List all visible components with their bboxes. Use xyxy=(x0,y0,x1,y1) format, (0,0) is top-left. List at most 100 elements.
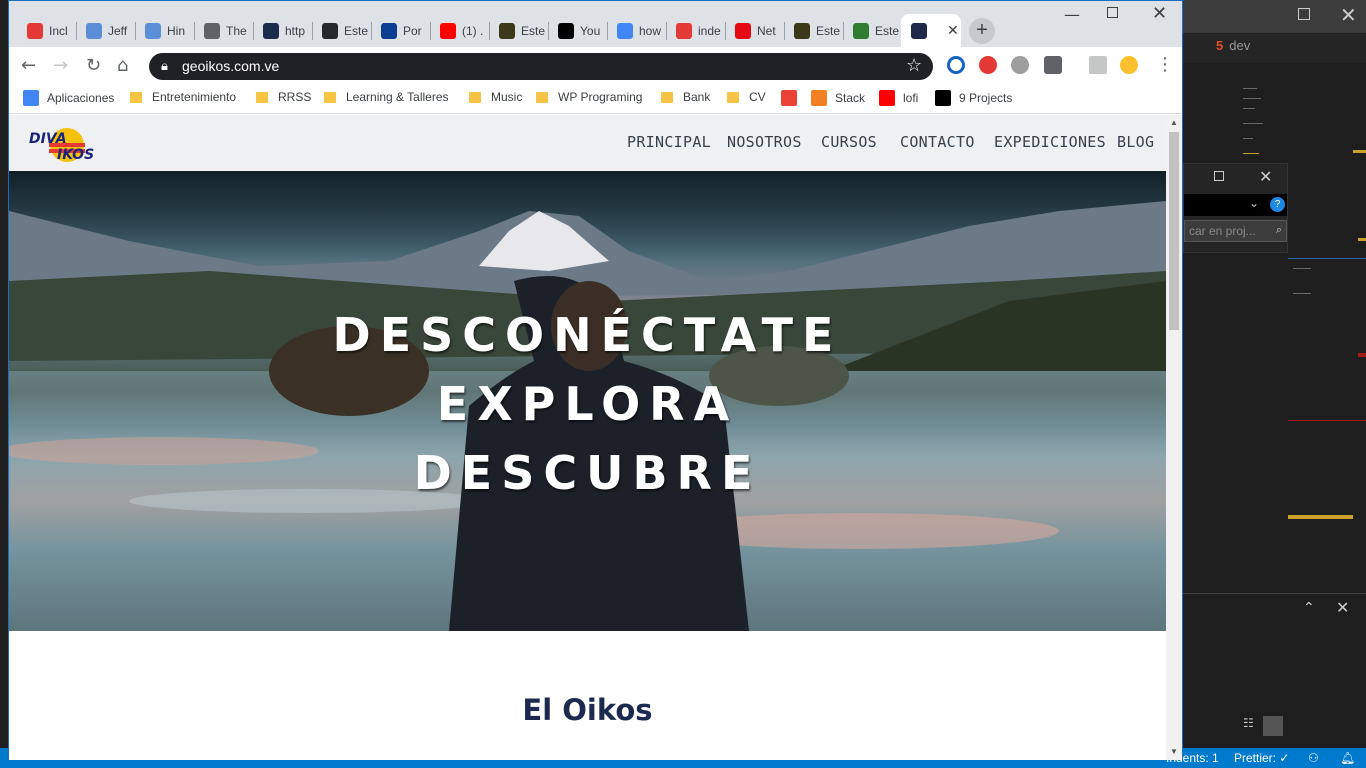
nav-item-blog[interactable]: BLOG xyxy=(1117,133,1154,151)
folder-icon xyxy=(727,91,739,103)
svg-text:DIVA: DIVA xyxy=(29,131,67,147)
restore-icon[interactable] xyxy=(1298,8,1310,20)
feedback-icon[interactable]: ⚇ xyxy=(1308,751,1319,765)
tab-title: The xyxy=(226,23,247,38)
browser-tab[interactable]: Este xyxy=(784,14,843,47)
bookmark-item[interactable]: Learning & Talleres xyxy=(324,90,449,104)
folder-icon xyxy=(130,91,142,103)
bookmark-item[interactable]: Bank xyxy=(661,90,710,104)
browser-toolbar: ← → ↻ ⌂ 🔒︎ geoikos.com.ve ☆ ⋮ xyxy=(9,47,1182,84)
scroll-up-icon[interactable]: ▲ xyxy=(1170,118,1178,127)
bookmark-item[interactable]: RRSS xyxy=(256,90,311,104)
browser-tab[interactable]: Este xyxy=(312,14,371,47)
close-icon[interactable]: ✕ xyxy=(1340,3,1357,27)
bookmark-label: Stack xyxy=(835,91,866,105)
reload-button[interactable]: ↻ xyxy=(86,55,101,76)
scope-select[interactable]: ⌄? xyxy=(1184,194,1287,216)
adblock-icon[interactable] xyxy=(979,56,997,74)
close-tab-icon[interactable]: ✕ xyxy=(947,22,959,39)
nav-item-cursos[interactable]: CURSOS xyxy=(821,133,877,151)
tab-title: You xyxy=(580,23,601,38)
bookmark-item[interactable]: WP Programing xyxy=(536,90,642,104)
bookmark-item[interactable]: Music xyxy=(469,90,522,104)
browser-tab[interactable]: how xyxy=(607,14,666,47)
scrollbar-thumb[interactable] xyxy=(1169,132,1179,330)
nav-item-expediciones[interactable]: EXPEDICIONES xyxy=(994,133,1106,151)
bookmark-item[interactable]: CV xyxy=(727,90,766,104)
stack-icon xyxy=(811,90,827,106)
bookmark-label: Aplicaciones xyxy=(47,91,115,105)
media-extension-icon[interactable] xyxy=(1089,56,1107,74)
forward-button[interactable]: → xyxy=(53,55,68,76)
browser-tab[interactable]: inde xyxy=(666,14,725,47)
address-bar[interactable]: 🔒︎ geoikos.com.ve ☆ xyxy=(149,53,933,80)
help-icon[interactable]: ? xyxy=(1270,197,1285,212)
chevron-up-icon[interactable]: ⌃ xyxy=(1303,600,1315,616)
browser-tab[interactable]: http xyxy=(253,14,312,47)
svg-text:IKOS: IKOS xyxy=(57,147,94,163)
bookmark-item[interactable]: 9 Projects xyxy=(935,90,1012,106)
bookmark-label: Music xyxy=(491,90,523,104)
netflix-icon xyxy=(735,22,751,39)
vscode-terminal[interactable]: ⌃ ✕ ☷ xyxy=(1183,593,1366,743)
bookmark-item[interactable] xyxy=(781,90,805,106)
tab-active[interactable]: ✕ xyxy=(901,14,961,47)
hero-line-3: DESCUBRE xyxy=(413,446,762,500)
browser-tab[interactable]: Hin xyxy=(135,14,194,47)
maximize-icon[interactable] xyxy=(1214,171,1224,181)
bell-icon[interactable]: 🔔︎ xyxy=(1340,751,1355,765)
prettier-label[interactable]: Prettier: ✓ xyxy=(1234,751,1289,765)
nav-item-contacto[interactable]: CONTACTO xyxy=(900,133,975,151)
infinity-icon xyxy=(145,22,161,39)
site-logo[interactable]: DIVA IKOS xyxy=(27,123,105,165)
browser-tab[interactable]: (1) . xyxy=(430,14,489,47)
dev-icon xyxy=(558,22,574,39)
search-input[interactable]: car en proj... ⌕ xyxy=(1184,220,1287,242)
browser-tab[interactable]: The xyxy=(194,14,253,47)
infinity-icon xyxy=(86,22,102,39)
home-button[interactable]: ⌂ xyxy=(117,55,128,76)
close-window-icon[interactable]: ✕ xyxy=(1152,3,1167,24)
n-box-icon xyxy=(676,22,692,39)
nav-item-nosotros[interactable]: NOSOTROS xyxy=(727,133,802,151)
nav-item-principal[interactable]: PRINCIPAL xyxy=(627,133,711,151)
close-icon[interactable]: ✕ xyxy=(1259,167,1272,186)
folder-icon xyxy=(324,91,336,103)
list-view-icon[interactable]: ☷ xyxy=(1243,716,1261,734)
close-icon[interactable]: ✕ xyxy=(1336,598,1349,617)
page-viewport[interactable]: DIVA IKOS PRINCIPAL NOSOTROS CURSOS CONTACT… xyxy=(9,115,1166,760)
new-tab-button[interactable]: + xyxy=(969,18,995,44)
bookmark-item[interactable]: Stack xyxy=(811,90,865,106)
maximize-icon[interactable] xyxy=(1107,7,1118,18)
tab-title: Hin xyxy=(167,23,186,38)
browser-tab[interactable]: Net xyxy=(725,14,784,47)
panel-toggle-icon[interactable] xyxy=(1263,716,1283,736)
browser-tab[interactable]: Este xyxy=(843,14,902,47)
browser-tab[interactable]: Incl xyxy=(17,14,76,47)
browser-tab[interactable]: Este xyxy=(489,14,548,47)
browser-tab[interactable]: You xyxy=(548,14,607,47)
hero-section: DESCONÉCTATE EXPLORA DESCUBRE xyxy=(9,171,1166,631)
minimize-icon[interactable]: — xyxy=(1064,5,1080,24)
bookmark-item[interactable]: lofi xyxy=(879,90,918,106)
scroll-down-icon[interactable]: ▼ xyxy=(1170,747,1178,756)
browser-tab[interactable]: Por xyxy=(371,14,430,47)
vscode-tab-bar xyxy=(1183,33,1366,63)
page-scrollbar[interactable]: ▲ ▼ xyxy=(1166,115,1182,760)
bookmark-item[interactable]: Entretenimiento xyxy=(130,90,236,104)
menu-kebab-icon[interactable]: ⋮ xyxy=(1156,54,1174,75)
emoji-extension-icon[interactable] xyxy=(1120,56,1138,74)
timer-extension-icon[interactable] xyxy=(1011,56,1029,74)
off-extension-icon[interactable] xyxy=(1044,56,1062,74)
extension-icon[interactable] xyxy=(947,56,965,74)
bookmark-star-icon[interactable]: ☆ xyxy=(906,55,922,76)
bookmark-item[interactable]: Aplicaciones xyxy=(23,90,114,106)
vscode-tab[interactable]: 5 dev xyxy=(1216,38,1250,53)
back-button[interactable]: ← xyxy=(21,55,36,76)
github-icon xyxy=(322,22,338,39)
browser-tab[interactable]: Jeff xyxy=(76,14,135,47)
vscode-editor[interactable] xyxy=(1183,63,1366,593)
lock-icon[interactable]: 🔒︎ xyxy=(161,58,168,74)
geoikos-icon xyxy=(911,22,927,39)
hero-line-2: EXPLORA xyxy=(436,377,739,431)
